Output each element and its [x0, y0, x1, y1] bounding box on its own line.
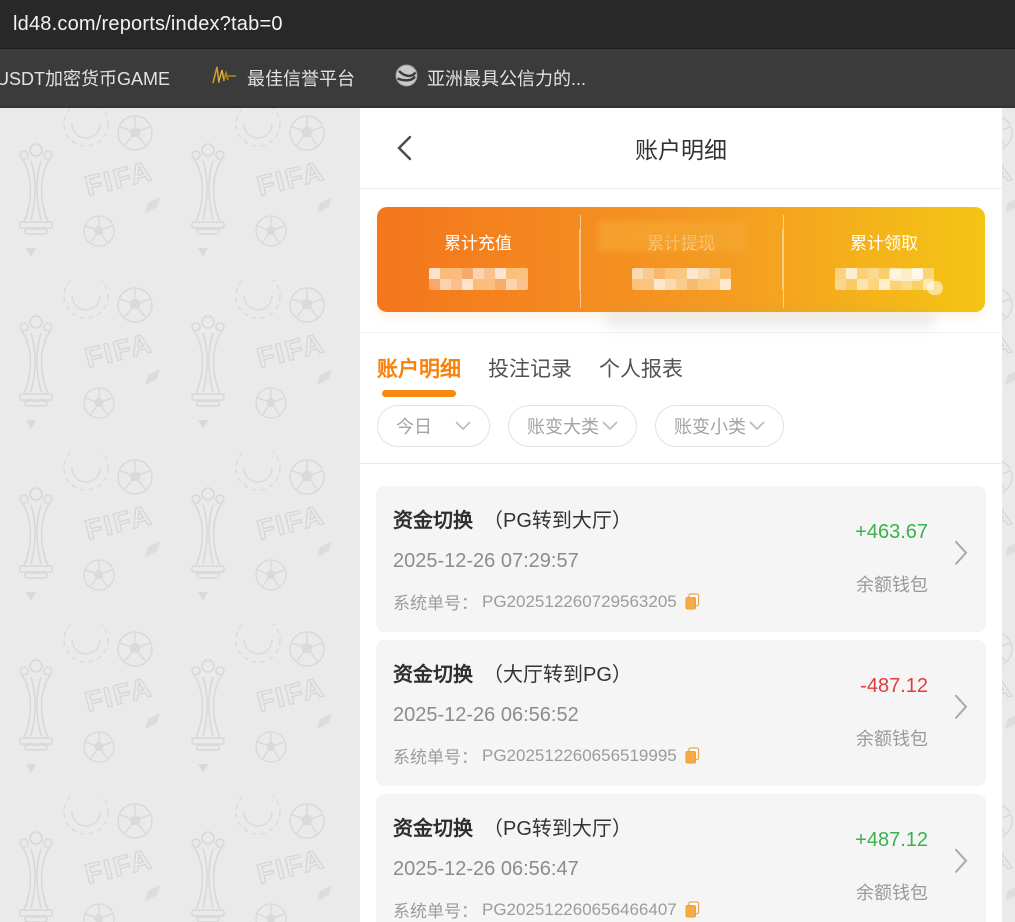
bookmark-label: USDT加密货币GAME	[0, 68, 171, 89]
copy-icon[interactable]	[685, 747, 700, 764]
tx-type: 资金切换	[393, 818, 473, 840]
chevron-left-icon	[397, 135, 412, 161]
globe-icon	[395, 64, 418, 92]
browser-url-bar[interactable]: ld48.com/reports/index?tab=0	[0, 0, 1015, 48]
transaction-list: 资金切换 （PG转到大厅） 2025-12-26 07:29:57 系统单号： P…	[360, 464, 1002, 922]
bookmark-reputation[interactable]: 最佳信誉平台	[210, 65, 355, 91]
filter-bar: 今日 账变大类 账变小类	[360, 397, 1002, 464]
bookmark-label: 亚洲最具公信力的...	[427, 68, 587, 89]
summary-label: 累计领取	[850, 234, 918, 253]
page-header: 账户明细	[360, 108, 1002, 189]
bookmarks-bar: USDT加密货币GAME 最佳信誉平台 亚洲最具公信力的...	[0, 48, 1015, 108]
tx-direction: （大厅转到PG）	[483, 664, 632, 686]
blur-artifact	[889, 269, 923, 281]
divider	[580, 215, 581, 308]
summary-card-section: 累计充值 累计提现 累计领取	[360, 189, 1002, 332]
tx-wallet: 余额钱包	[856, 883, 928, 903]
summary-card: 累计充值 累计提现 累计领取	[377, 207, 985, 312]
tx-direction: （PG转到大厅）	[483, 510, 632, 532]
copy-icon[interactable]	[685, 593, 700, 610]
transaction-card[interactable]: 资金切换 （PG转到大厅） 2025-12-26 07:29:57 系统单号： P…	[376, 486, 986, 632]
filter-label: 账变小类	[674, 417, 746, 437]
tx-order-number: PG202512260656519995	[482, 745, 677, 765]
account-detail-panel: 账户明细 累计充值 累计提现 累计领取 账户	[360, 108, 1002, 922]
chevron-right-icon[interactable]	[954, 540, 968, 571]
tab-label: 个人报表	[599, 358, 683, 381]
transaction-card[interactable]: 资金切换 （PG转到大厅） 2025-12-26 06:56:47 系统单号： P…	[376, 794, 986, 922]
summary-col-withdraw: 累计提现	[579, 215, 782, 308]
tx-amount: +463.67	[855, 521, 928, 543]
gold-brand-icon	[210, 65, 238, 90]
tx-order-number: PG202512260729563205	[482, 591, 677, 611]
tab-bet-records[interactable]: 投注记录	[488, 353, 572, 397]
chevron-down-icon	[602, 421, 618, 431]
censored-value	[428, 268, 528, 290]
tx-type: 资金切换	[393, 510, 473, 532]
chevron-down-icon	[455, 421, 471, 431]
summary-col-claim: 累计领取	[782, 215, 985, 308]
filter-label: 今日	[396, 417, 432, 437]
back-button[interactable]	[388, 132, 420, 164]
page-title: 账户明细	[635, 137, 727, 163]
tx-wallet: 余额钱包	[856, 729, 928, 749]
tx-order-label: 系统单号：	[393, 594, 478, 613]
blur-overlay	[598, 221, 748, 251]
filter-label: 账变大类	[527, 417, 599, 437]
chevron-down-icon	[749, 421, 765, 431]
tx-wallet: 余额钱包	[856, 575, 928, 595]
bookmark-usdt-game[interactable]: USDT加密货币GAME	[0, 65, 170, 91]
blur-artifact	[927, 281, 943, 295]
tab-label: 投注记录	[488, 358, 572, 381]
tx-amount: +487.12	[855, 829, 928, 851]
filter-major-category-dropdown[interactable]: 账变大类	[508, 405, 637, 447]
tx-amount: -487.12	[860, 675, 928, 697]
transaction-card[interactable]: 资金切换 （大厅转到PG） 2025-12-26 06:56:52 系统单号： P…	[376, 640, 986, 786]
active-tab-underline	[382, 390, 456, 397]
divider	[783, 215, 784, 308]
tx-order-number: PG202512260656466407	[482, 899, 677, 919]
tx-type: 资金切换	[393, 664, 473, 686]
summary-col-deposit: 累计充值	[377, 229, 579, 290]
tx-direction: （PG转到大厅）	[483, 818, 632, 840]
chevron-right-icon[interactable]	[954, 694, 968, 725]
chevron-right-icon[interactable]	[954, 848, 968, 879]
url-text[interactable]: ld48.com/reports/index?tab=0	[13, 13, 283, 36]
bookmark-label: 最佳信誉平台	[247, 68, 356, 89]
filter-date-dropdown[interactable]: 今日	[377, 405, 490, 447]
tx-order-label: 系统单号：	[393, 902, 478, 921]
bookmark-asia-credibility[interactable]: 亚洲最具公信力的...	[395, 64, 586, 92]
tab-label: 账户明细	[377, 358, 461, 381]
filter-minor-category-dropdown[interactable]: 账变小类	[655, 405, 784, 447]
blur-artifact	[605, 312, 935, 328]
censored-value	[631, 268, 731, 290]
tab-account-detail[interactable]: 账户明细	[377, 353, 461, 397]
tx-order-label: 系统单号：	[393, 748, 478, 767]
summary-label: 累计充值	[444, 234, 512, 253]
tab-personal-report[interactable]: 个人报表	[599, 353, 683, 397]
tab-bar: 账户明细 投注记录 个人报表	[360, 332, 1002, 397]
copy-icon[interactable]	[685, 901, 700, 918]
